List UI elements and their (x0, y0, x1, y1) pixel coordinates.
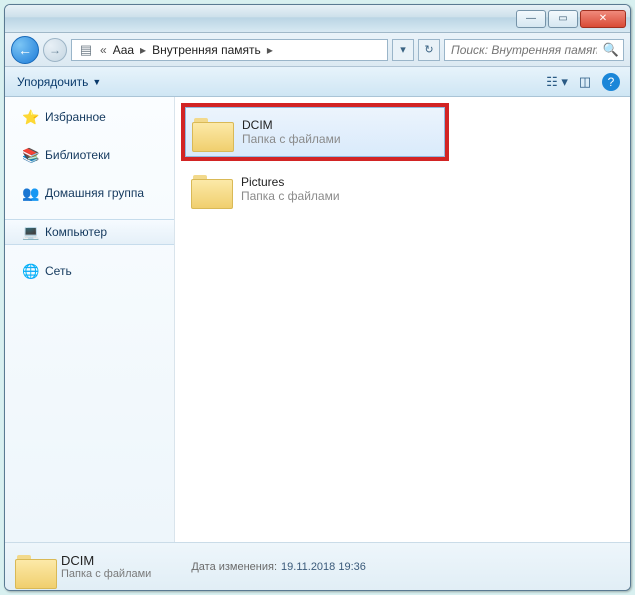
maximize-button[interactable]: ▭ (548, 10, 578, 28)
folder-subtitle: Папка с файлами (241, 189, 340, 203)
sidebar-item-label: Избранное (45, 110, 106, 124)
search-input[interactable] (449, 42, 599, 58)
folder-subtitle: Папка с файлами (242, 132, 341, 146)
folder-item-pictures[interactable]: Pictures Папка с файлами (185, 165, 445, 213)
sidebar-item-label: Сеть (45, 264, 72, 278)
details-name: DCIM (61, 553, 151, 568)
sidebar-item-libraries[interactable]: 📚 Библиотеки (5, 143, 174, 167)
breadcrumb-segment[interactable]: Внутренняя память (148, 43, 265, 57)
device-icon: ▤ (78, 42, 94, 58)
folder-name: Pictures (241, 175, 340, 189)
details-subtitle: Папка с файлами (61, 568, 151, 580)
details-date-value: 19.11.2018 19:36 (281, 561, 366, 573)
homegroup-icon: 👥 (23, 185, 39, 201)
breadcrumb-segment[interactable]: Aaa (109, 43, 138, 57)
close-button[interactable]: ✕ (580, 10, 626, 28)
sidebar-item-label: Компьютер (45, 225, 107, 239)
folder-icon (191, 171, 231, 207)
toolbar: Упорядочить ▼ ☷ ▾ ◫ ? (5, 67, 630, 97)
sidebar-item-computer[interactable]: 💻 Компьютер (5, 219, 174, 245)
help-button[interactable]: ? (602, 73, 620, 91)
explorer-window: — ▭ ✕ ← → ▤ « Aaa ▸ Внутренняя память ▸ … (4, 4, 631, 591)
breadcrumb-separator: « (98, 43, 109, 57)
details-pane: DCIM Папка с файлами Дата изменения: 19.… (5, 542, 630, 590)
view-options-button[interactable]: ☷ ▾ (546, 72, 568, 92)
organize-menu[interactable]: Упорядочить ▼ (11, 73, 107, 91)
forward-button[interactable]: → (43, 38, 67, 62)
details-date-label: Дата изменения: (191, 561, 277, 573)
sidebar-item-homegroup[interactable]: 👥 Домашняя группа (5, 181, 174, 205)
folder-icon (192, 114, 232, 150)
breadcrumb-arrow-icon: ▸ (138, 43, 148, 57)
dropdown-icon: ▼ (92, 77, 101, 87)
preview-pane-button[interactable]: ◫ (574, 72, 596, 92)
titlebar: — ▭ ✕ (5, 5, 630, 33)
folder-item-dcim[interactable]: DCIM Папка с файлами (185, 107, 445, 157)
sidebar-item-favorites[interactable]: ⭐ Избранное (5, 105, 174, 129)
address-dropdown[interactable]: ▾ (392, 39, 414, 61)
folder-name: DCIM (242, 118, 341, 132)
computer-icon: 💻 (23, 224, 39, 240)
minimize-button[interactable]: — (516, 10, 546, 28)
folder-icon (15, 551, 51, 583)
sidebar: ⭐ Избранное 📚 Библиотеки 👥 Домашняя груп… (5, 97, 175, 542)
content-pane[interactable]: DCIM Папка с файлами Pictures Папка с фа… (175, 97, 630, 542)
organize-label: Упорядочить (17, 75, 88, 89)
search-box[interactable]: 🔍 (444, 39, 624, 61)
body: ⭐ Избранное 📚 Библиотеки 👥 Домашняя груп… (5, 97, 630, 542)
navigation-bar: ← → ▤ « Aaa ▸ Внутренняя память ▸ ▾ ↻ 🔍 (5, 33, 630, 67)
library-icon: 📚 (23, 147, 39, 163)
back-button[interactable]: ← (11, 36, 39, 64)
refresh-button[interactable]: ↻ (418, 39, 440, 61)
network-icon: 🌐 (23, 263, 39, 279)
search-icon: 🔍 (603, 42, 619, 58)
address-bar[interactable]: ▤ « Aaa ▸ Внутренняя память ▸ (71, 39, 388, 61)
breadcrumb-arrow-icon: ▸ (265, 43, 275, 57)
sidebar-item-label: Библиотеки (45, 148, 110, 162)
star-icon: ⭐ (23, 109, 39, 125)
sidebar-item-label: Домашняя группа (45, 186, 144, 200)
sidebar-item-network[interactable]: 🌐 Сеть (5, 259, 174, 283)
